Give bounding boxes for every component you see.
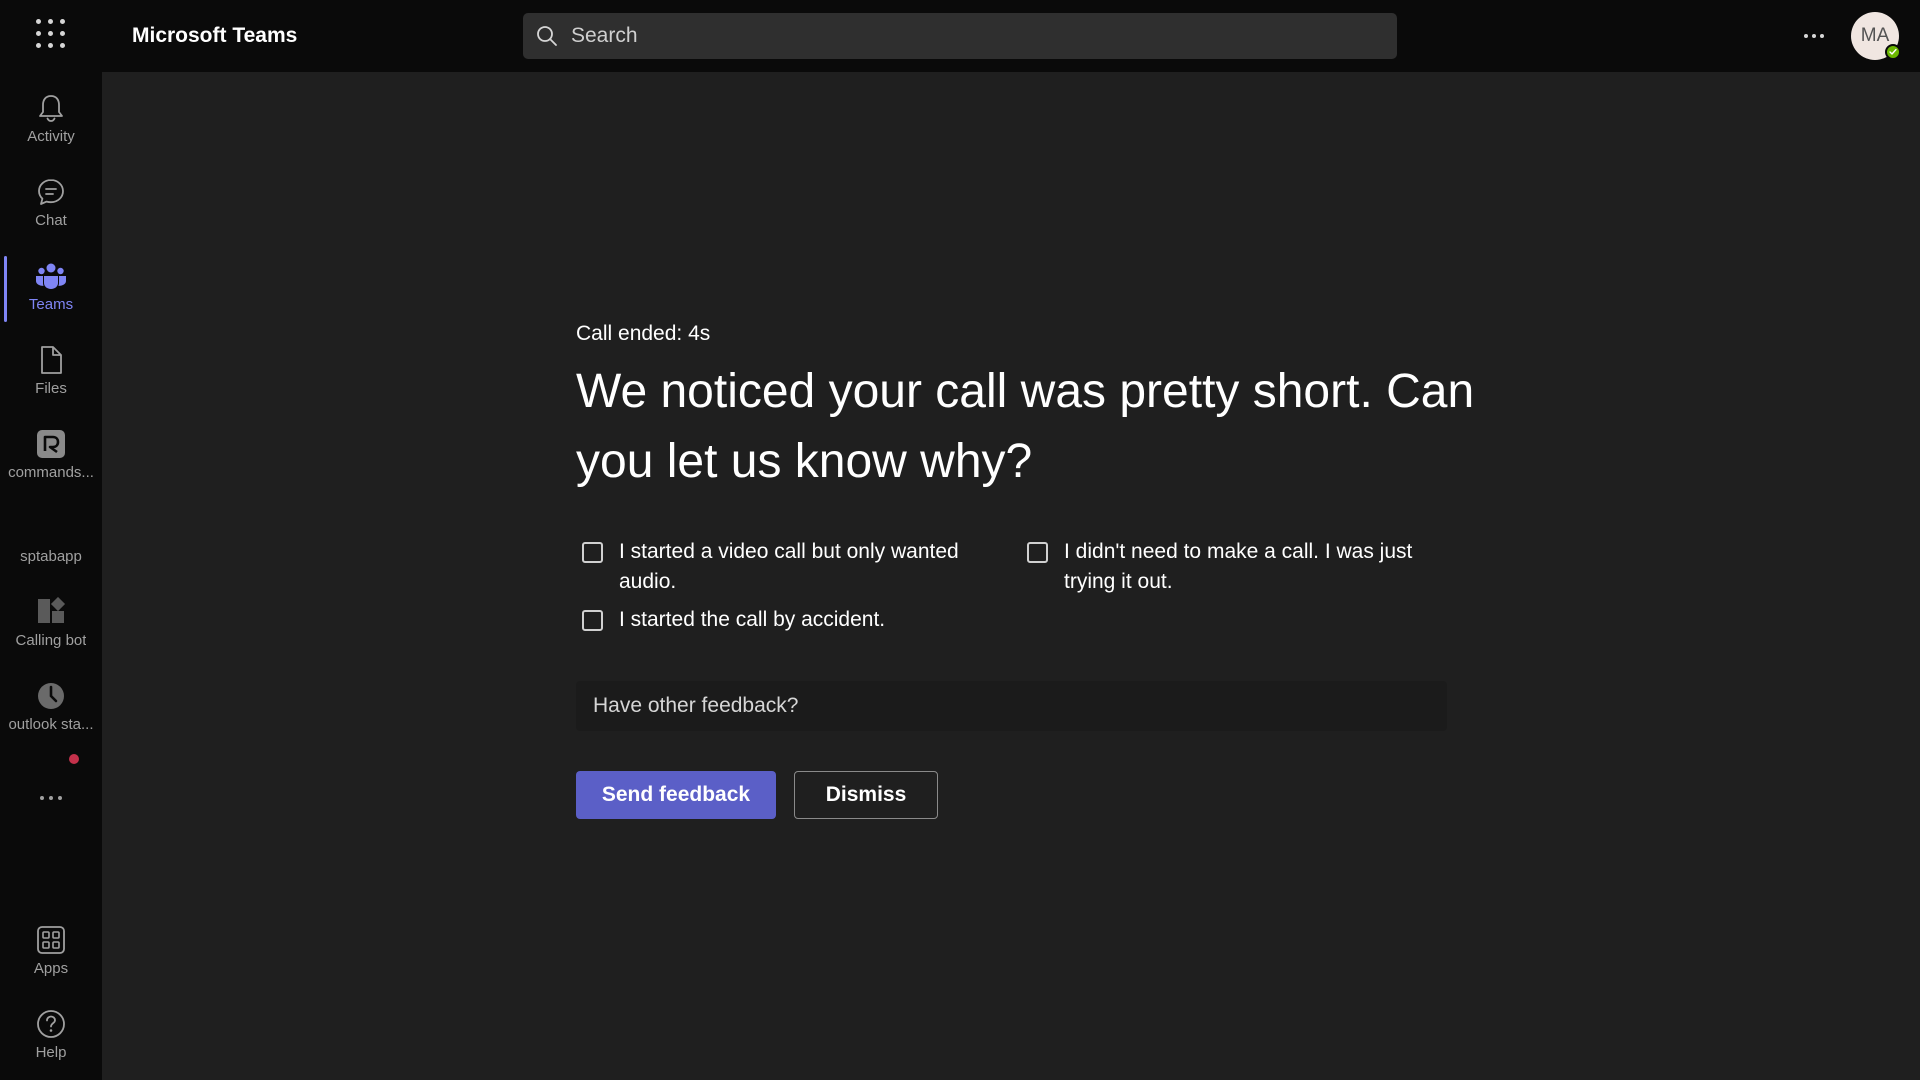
chat-icon <box>35 176 67 208</box>
rail-item-label: outlook sta... <box>8 716 94 733</box>
commands-app-icon <box>35 428 67 460</box>
rail-item-label: sptabapp <box>20 548 82 565</box>
avatar-initials: MA <box>1860 25 1890 46</box>
checkbox[interactable] <box>582 610 603 631</box>
title-bar: Microsoft Teams MA <box>0 0 1920 72</box>
rail-item-label: Teams <box>28 296 74 313</box>
app-bar: Activity Chat Teams Files commands... sp… <box>0 72 102 1080</box>
search-input[interactable] <box>569 23 1349 49</box>
checkbox[interactable] <box>582 542 603 563</box>
rail-item-label: Files <box>35 380 67 397</box>
app-launcher-icon[interactable] <box>36 19 66 49</box>
rail-item-commands[interactable]: commands... <box>0 416 102 496</box>
call-duration-text: Call ended: 4s <box>576 322 711 345</box>
search-bar[interactable] <box>523 13 1397 59</box>
rail-item-files[interactable]: Files <box>0 332 102 412</box>
rail-item-label: Apps <box>33 960 69 977</box>
rail-item-label: Activity <box>27 128 75 145</box>
app-title: Microsoft Teams <box>132 24 298 47</box>
send-feedback-button[interactable]: Send feedback <box>576 771 776 819</box>
rail-item-calling-bot[interactable]: Calling bot <box>0 584 102 664</box>
rail-item-outlook[interactable]: outlook sta... <box>0 668 102 748</box>
more-options-icon[interactable] <box>1796 22 1832 50</box>
feedback-option-accident[interactable]: I started the call by accident. <box>582 608 1012 635</box>
rail-item-label: commands... <box>8 464 94 481</box>
feedback-headline: We noticed your call was pretty short. C… <box>576 365 1475 488</box>
bell-icon <box>35 92 67 124</box>
rail-item-sptabapp[interactable]: sptabapp <box>0 500 102 580</box>
rail-item-label: Chat <box>35 212 67 229</box>
outlook-app-icon <box>35 680 67 712</box>
rail-item-label: Help <box>35 1044 67 1061</box>
other-feedback-input[interactable] <box>576 681 1447 731</box>
notification-dot <box>69 754 79 764</box>
avatar[interactable]: MA <box>1851 12 1901 60</box>
rail-item-chat[interactable]: Chat <box>0 164 102 244</box>
more-apps-icon[interactable] <box>35 783 67 813</box>
teams-icon <box>35 260 67 292</box>
help-icon <box>35 1008 67 1040</box>
rail-item-teams[interactable]: Teams <box>0 248 102 328</box>
file-icon <box>35 344 67 376</box>
feedback-option-audio-only[interactable]: I started a video call but only wanted a… <box>582 540 1012 597</box>
apps-icon <box>35 924 67 956</box>
option-label: I didn't need to make a call. I was just… <box>1064 540 1413 593</box>
option-label: I started the call by accident. <box>619 608 886 631</box>
sptabapp-icon <box>35 512 67 544</box>
rail-item-apps[interactable]: Apps <box>0 912 102 992</box>
presence-available-icon <box>1885 44 1901 60</box>
option-label: I started a video call but only wanted a… <box>619 540 959 593</box>
feedback-option-trying-out[interactable]: I didn't need to make a call. I was just… <box>1027 540 1457 597</box>
main-content: Call ended: 4s We noticed your call was … <box>102 72 1920 1080</box>
dismiss-button[interactable]: Dismiss <box>794 771 938 819</box>
checkbox[interactable] <box>1027 542 1048 563</box>
calling-bot-icon <box>35 596 67 628</box>
active-indicator <box>4 256 7 322</box>
rail-item-help[interactable]: Help <box>0 996 102 1076</box>
rail-item-label: Calling bot <box>15 632 87 649</box>
search-icon <box>537 26 557 46</box>
rail-item-activity[interactable]: Activity <box>0 80 102 160</box>
